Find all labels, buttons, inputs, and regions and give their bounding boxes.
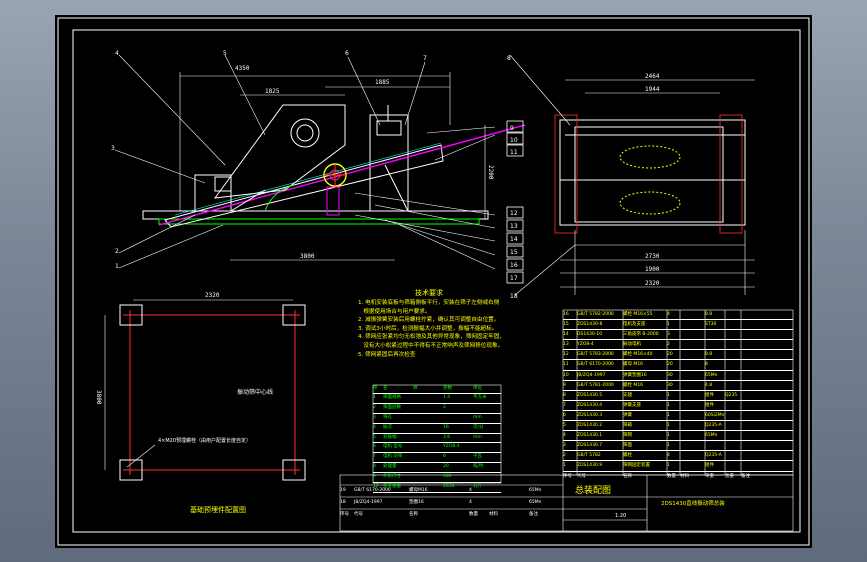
callout-2: 2 [115, 248, 119, 255]
callout-8: 8 [507, 55, 511, 62]
callout-5: 5 [223, 50, 227, 57]
callout-3: 3 [111, 145, 115, 152]
end-view [509, 54, 755, 296]
callout-14: 14 [510, 236, 518, 243]
parts-grid [562, 309, 794, 476]
inner-frame [72, 29, 801, 533]
callout-11: 11 [510, 149, 518, 156]
callout-17: 17 [510, 275, 518, 282]
param-table-grid [372, 384, 502, 484]
callout-15: 15 [510, 249, 518, 256]
callout-1: 1 [115, 263, 119, 270]
dynamic-text-layer: 43215 67 89101112131415161718 [111, 50, 518, 300]
callout-18: 18 [510, 293, 518, 300]
title-block-grid [339, 474, 794, 532]
cad-drawing: 43215 67 89101112131415161718 [57, 17, 810, 546]
callout-13: 13 [510, 223, 518, 230]
callout-12: 12 [510, 210, 518, 217]
foundation-plan [104, 299, 306, 481]
side-view [114, 54, 526, 270]
callout-6: 6 [345, 50, 349, 57]
callout-4: 4 [115, 50, 119, 57]
outer-frame [57, 17, 810, 546]
callout-10: 10 [510, 137, 518, 144]
callout-7: 7 [423, 55, 427, 62]
drawing-sheet: 4 3 2 1 5 6 7 8 9 10 11 12 13 14 15 16 17 18 4350 1825 18… [55, 15, 812, 548]
callout-16: 16 [510, 262, 518, 269]
callout-9: 9 [510, 125, 514, 132]
callout-boxes [506, 120, 524, 284]
